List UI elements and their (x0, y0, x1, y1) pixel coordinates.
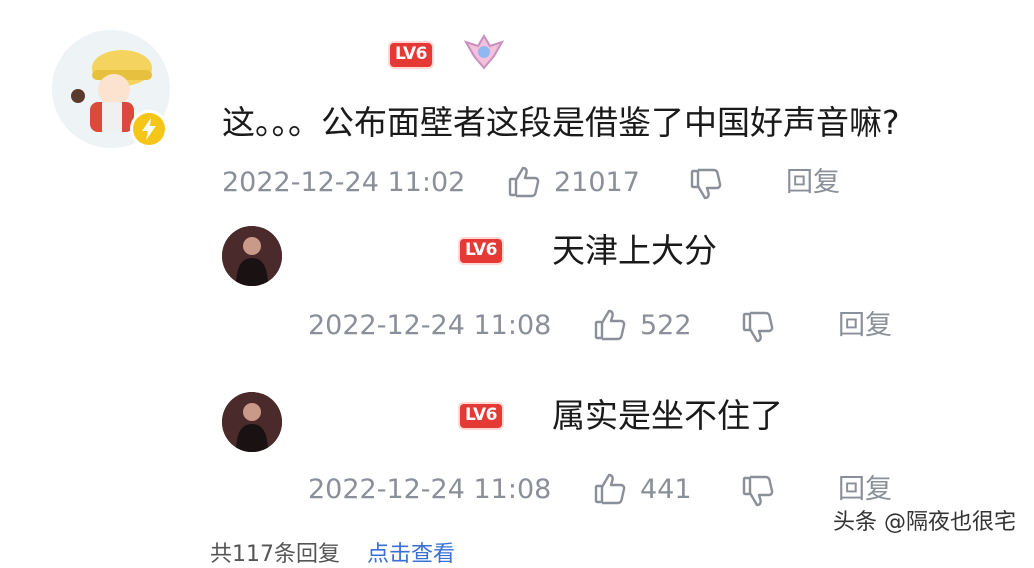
level-badge: LV6 (390, 43, 432, 67)
like-icon[interactable] (592, 471, 628, 507)
reply-time: 2022-12-24 11:08 (308, 474, 552, 505)
like-icon[interactable] (506, 164, 542, 200)
reply-button[interactable]: 回复 (838, 473, 892, 507)
reply-count-text: 共117条回复 (210, 542, 340, 567)
verified-badge-icon (130, 110, 168, 148)
level-badge: LV6 (460, 404, 502, 428)
dislike-icon[interactable] (688, 166, 724, 202)
reply-text: 属实是坐不住了 (552, 396, 783, 435)
like-count: 522 (640, 310, 692, 341)
reply-text: 天津上大分 (552, 231, 717, 270)
like-icon[interactable] (592, 307, 628, 343)
comment-text: 这。。。公布面壁者这段是借鉴了中国好声音嘛? (222, 103, 900, 142)
more-replies-link[interactable]: 共117条回复 点击查看 (210, 536, 455, 568)
like-count: 441 (640, 474, 692, 505)
reply-time: 2022-12-24 11:08 (308, 310, 552, 341)
medal-icon (462, 32, 506, 76)
dislike-icon[interactable] (740, 473, 776, 509)
expand-link[interactable]: 点击查看 (367, 542, 455, 567)
level-badge: LV6 (460, 239, 502, 263)
avatar[interactable] (222, 226, 282, 286)
avatar[interactable] (222, 392, 282, 452)
reply-button[interactable]: 回复 (838, 309, 892, 343)
person-avatar-icon (222, 392, 282, 452)
reply-button[interactable]: 回复 (786, 166, 840, 200)
watermark: 头条 @隔夜也很宅 (833, 510, 1016, 535)
person-avatar-icon (222, 226, 282, 286)
comment-time: 2022-12-24 11:02 (222, 167, 466, 198)
like-count: 21017 (554, 167, 640, 198)
dislike-icon[interactable] (740, 309, 776, 345)
